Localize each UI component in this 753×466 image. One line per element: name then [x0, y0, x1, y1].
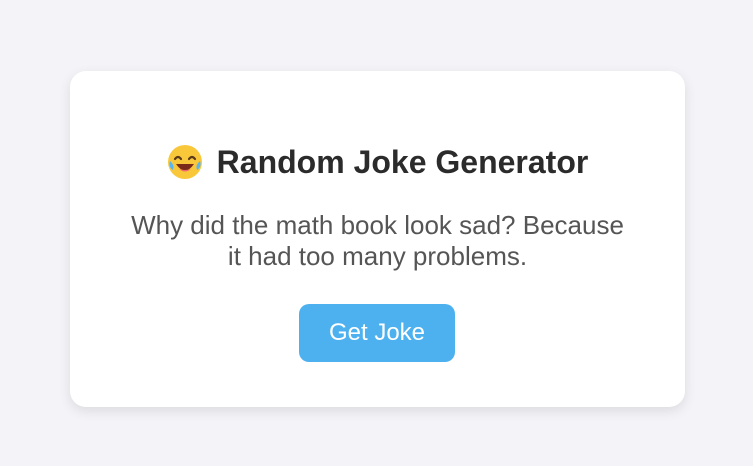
title-row: Random Joke Generator [70, 144, 685, 180]
laughing-face-icon [167, 145, 202, 179]
get-joke-button[interactable]: Get Joke [299, 304, 455, 362]
joke-line: it had too many problems. [227, 241, 528, 271]
joke-line: Why did the math book look sad? Because [131, 210, 624, 240]
page-title: Random Joke Generator [216, 144, 589, 180]
joke-card: Random Joke Generator Why did the math b… [70, 71, 685, 407]
joke-text: Why did the math book look sad? Because … [70, 210, 685, 272]
